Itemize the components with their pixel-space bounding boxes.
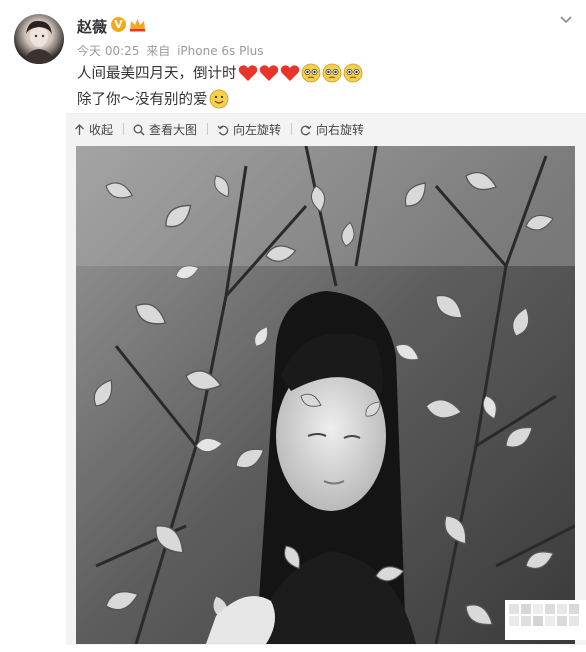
post-meta: 今天 00:25 来自 iPhone 6s Plus [77,42,267,59]
rotate-right-label: 向右旋转 [316,123,365,137]
chevron-down-icon[interactable] [558,14,574,26]
pleading-face-emoji [343,63,362,82]
view-large-label: 查看大图 [149,123,198,137]
post-text: 除了你～没有别的爱 [77,92,208,108]
collapse-icon [75,123,84,135]
weibo-post: 赵薇 V 今天 00:25 来自 iPhone 6s Plus 人间最美四月天，… [0,0,586,652]
verified-v-icon: V [111,17,126,32]
magnifier-icon [133,124,145,136]
photo-image [76,146,575,644]
post-text-line2: 除了你～没有别的爱 [77,88,229,109]
avatar-image [24,20,54,64]
username[interactable]: 赵薇 [77,16,107,37]
post-device[interactable]: iPhone 6s Plus [177,44,263,58]
smile-emoji [209,89,228,108]
post-photo[interactable] [76,146,575,644]
view-large-button[interactable]: 查看大图 [133,121,197,138]
pleading-face-emoji [322,63,341,82]
heart-emoji [259,64,278,81]
rotate-left-button[interactable]: 向左旋转 [217,121,281,138]
rotate-left-label: 向左旋转 [233,123,282,137]
user-avatar[interactable] [14,14,64,64]
rotate-right-icon [300,125,312,135]
collapse-button[interactable]: 收起 [74,121,113,138]
rotate-right-button[interactable]: 向右旋转 [300,121,364,138]
toolbar-divider [123,123,124,135]
source-prefix: 来自 [146,44,171,58]
heart-emoji [280,64,299,81]
post-time[interactable]: 今天 00:25 [77,44,139,58]
post-text: 人间最美四月天，倒计时 [77,66,237,82]
pleading-face-emoji [301,63,320,82]
post-text-line1: 人间最美四月天，倒计时 [77,62,363,83]
toolbar-divider [207,123,208,135]
heart-emoji [238,64,257,81]
collapse-label: 收起 [89,123,114,137]
rotate-left-icon [217,125,229,135]
toolbar-divider [291,123,292,135]
vip-crown-icon[interactable] [129,17,146,32]
watermark-mosaic [505,600,586,640]
